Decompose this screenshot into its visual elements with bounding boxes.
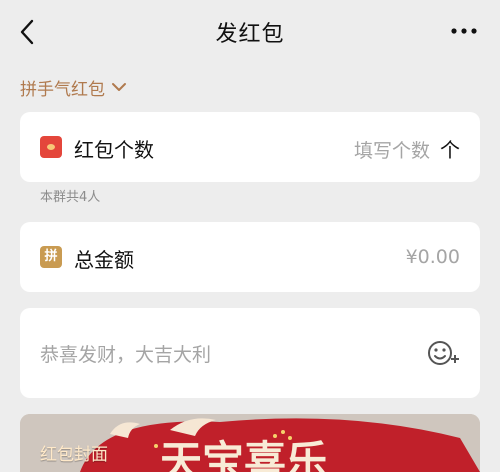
greeting-message-input[interactable] <box>40 340 400 370</box>
packet-type-dropdown[interactable]: 拼手气红包 <box>20 75 127 100</box>
emoji-add-icon[interactable] <box>426 338 460 368</box>
packet-type-label: 拼手气红包 <box>20 79 105 100</box>
packet-count-input[interactable]: 填写个数 <box>354 136 430 163</box>
red-packet-icon <box>40 136 62 158</box>
packet-cover-card[interactable]: 天宝喜乐 红包封面 <box>20 414 480 472</box>
total-amount-label: 总金额 <box>74 248 134 272</box>
chevron-down-icon <box>112 83 126 91</box>
page-title: 发红包 <box>215 22 285 47</box>
total-amount-input[interactable]: ¥0.00 <box>406 246 460 268</box>
lucky-badge-icon: 拼 <box>40 246 62 268</box>
top-bar: 发红包 <box>0 0 500 64</box>
group-member-hint: 本群共4人 <box>40 190 101 205</box>
cover-art-text: 天宝喜乐 <box>160 437 328 472</box>
packet-count-card[interactable]: 红包个数 填写个数 个 <box>20 112 480 182</box>
packet-count-unit: 个 <box>440 138 460 162</box>
more-options-icon[interactable] <box>446 18 482 44</box>
packet-count-label: 红包个数 <box>74 138 154 162</box>
total-amount-card[interactable]: 拼 总金额 ¥0.00 <box>20 222 480 292</box>
greeting-message-card <box>20 308 480 398</box>
packet-cover-label: 红包封面 <box>40 445 108 465</box>
